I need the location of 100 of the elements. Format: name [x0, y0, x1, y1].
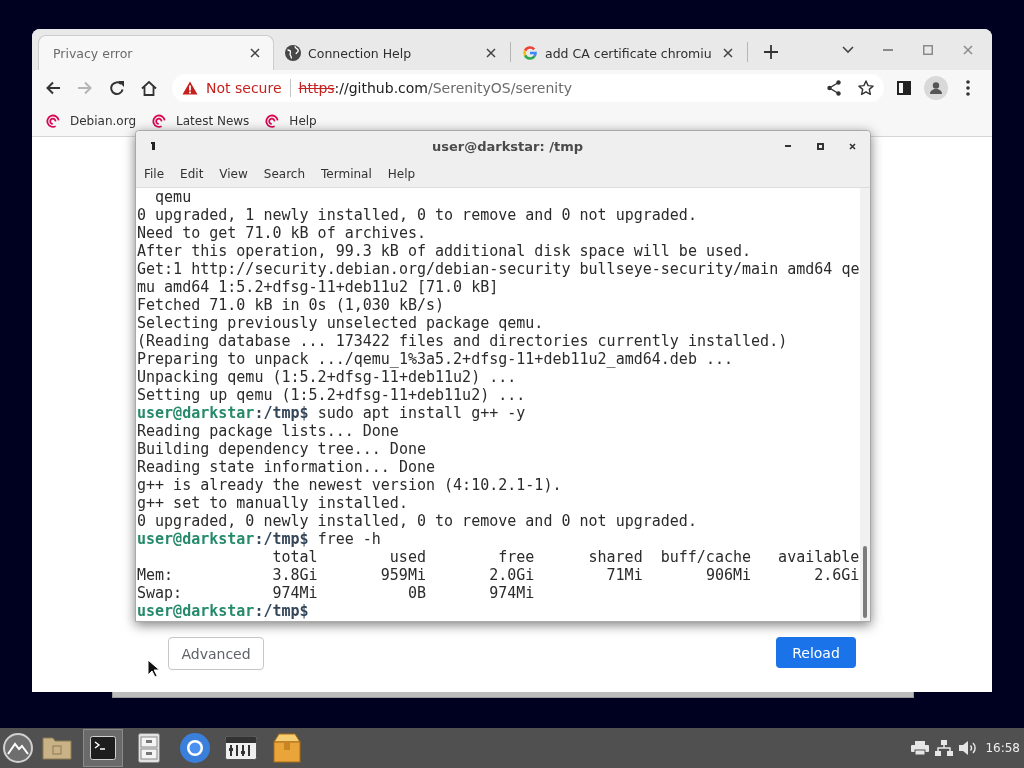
- column-header: total: [271, 548, 318, 566]
- terminal-icon: [90, 736, 116, 760]
- avatar-icon: [924, 76, 948, 100]
- close-icon: [250, 48, 260, 58]
- terminal-line: 0 upgraded, 1 newly installed, 0 to remove and 0 not upgraded.: [137, 206, 698, 224]
- bookmark[interactable]: Latest News: [146, 109, 256, 133]
- terminal-line: Setting up qemu (1:5.2+dfsg-11+deb11u2) ...: [137, 386, 527, 404]
- network-icon: [935, 740, 954, 756]
- address-bar[interactable]: Not secure https://github.com/SerenityOS/serenity: [172, 74, 884, 102]
- terminal-line: Need to get 71.0 kB of archives.: [137, 224, 427, 242]
- column-header: free: [497, 548, 535, 566]
- table-cell-text: 71Mi: [605, 566, 643, 584]
- terminal-line: After this operation, 99.3 kB of additional disk space will be used.: [137, 242, 753, 260]
- prompt-line: user@darkstar:/tmp$ free -h: [137, 530, 382, 548]
- prompt-line: user@darkstar:/tmp$ sudo apt install g++ -y: [137, 404, 527, 422]
- mountain-logo-icon: [3, 733, 33, 763]
- maximize-icon: [816, 142, 824, 150]
- scrollbar-thumb[interactable]: [863, 546, 867, 618]
- row-label: Mem:: [137, 566, 175, 584]
- advanced-button[interactable]: Advanced: [168, 637, 264, 670]
- minimize-icon: [785, 145, 791, 147]
- kebab-menu-icon: [966, 80, 970, 96]
- taskbar-button[interactable]: [83, 729, 123, 767]
- menu-item[interactable]: Edit: [172, 162, 212, 186]
- column-header: shared: [587, 548, 643, 566]
- close-icon: [963, 45, 973, 55]
- warning-icon: [182, 81, 198, 95]
- plus-icon: [764, 45, 778, 59]
- mixer-icon: [225, 736, 257, 760]
- profile-button[interactable]: [922, 74, 950, 102]
- menu-item[interactable]: Terminal: [313, 162, 380, 186]
- package-icon: [273, 733, 301, 763]
- security-chip[interactable]: Not secure: [182, 80, 282, 96]
- window-title: user@darkstar: /tmp: [432, 138, 583, 154]
- table-cell-text: 2.6Gi: [813, 566, 860, 584]
- maximize-icon: [923, 45, 933, 55]
- terminal-line: mu amd64 1:5.2+dfsg-11+deb11u2 [71.0 kB]: [137, 278, 500, 296]
- folder-icon: [42, 736, 72, 760]
- file-cabinet-icon: [138, 733, 160, 763]
- prompt-line: user@darkstar:/tmp$: [137, 602, 310, 620]
- menu-item[interactable]: File: [136, 162, 173, 186]
- terminal-line: Selecting previously unselected package qemu.: [137, 314, 545, 332]
- speaker-icon: [959, 741, 978, 755]
- terminal-line: 0 upgraded, 0 newly installed, 0 to remove and 0 not upgraded.: [137, 512, 698, 530]
- tab[interactable]: Connection Help: [274, 35, 510, 70]
- terminal-line: Get:1 http://security.debian.org/debian-security bullseye-security/main amd64 qe: [137, 260, 860, 278]
- table-cell-text: 974Mi: [488, 584, 535, 602]
- chromium-icon: [180, 733, 210, 763]
- terminal-line: Reading package lists... Done: [137, 422, 400, 440]
- terminal-line: (Reading database ... 173422 files and directories currently installed.): [137, 332, 789, 350]
- terminal-line: Fetched 71.0 kB in 0s (1,030 kB/s): [137, 296, 446, 314]
- bookmark[interactable]: Help: [259, 109, 323, 133]
- back-arrow-icon: [45, 80, 61, 96]
- table-cell-text: 906Mi: [704, 566, 752, 584]
- swirl-icon: [46, 114, 60, 128]
- table-cell-text: 974Mi: [271, 584, 318, 602]
- home-icon: [141, 80, 157, 96]
- column-header: used: [388, 548, 426, 566]
- terminal-line: Building dependency tree... Done: [137, 440, 427, 458]
- terminal-line: g++ is already the newest version (4:10.2.1-1).: [137, 476, 563, 494]
- chevron-down-icon: [842, 46, 854, 54]
- window-menu-icon: [151, 142, 155, 150]
- terminal-line: Unpacking qemu (1:5.2+dfsg-11+deb11u2) ...: [137, 368, 518, 386]
- terminal-line: qemu: [154, 188, 193, 206]
- row-label: Swap:: [137, 584, 184, 602]
- star-icon: [858, 80, 874, 96]
- close-icon: [723, 48, 733, 58]
- terminal-line: g++ set to manually installed.: [137, 494, 409, 512]
- tab[interactable]: Privacy error: [38, 35, 274, 70]
- share-icon: [827, 80, 841, 96]
- side-panel-icon: [897, 81, 911, 95]
- google-g-icon: [522, 45, 538, 61]
- mouse-cursor-icon: [147, 659, 159, 678]
- printer-icon: [911, 741, 930, 755]
- table-cell-text: 3.8Gi: [271, 566, 318, 584]
- bookmark[interactable]: Debian.org: [40, 109, 143, 133]
- scrollbar[interactable]: [860, 188, 870, 621]
- menu-item[interactable]: Search: [255, 162, 314, 186]
- globe-icon: [285, 45, 301, 61]
- url-text[interactable]: https://github.com/SerenityOS/serenity: [298, 80, 816, 96]
- close-icon: [486, 48, 496, 58]
- minimize-icon: [883, 49, 893, 51]
- menu-item[interactable]: Help: [379, 162, 424, 186]
- start-menu-button[interactable]: [2, 732, 34, 764]
- forward-arrow-icon: [77, 80, 93, 96]
- reload-button[interactable]: Reload: [776, 637, 856, 668]
- table-cell-text: 2.0Gi: [488, 566, 535, 584]
- terminal-line: Reading state information... Done: [137, 458, 436, 476]
- column-header: available: [777, 548, 860, 566]
- reload-icon: [109, 80, 125, 96]
- swirl-icon: [265, 114, 280, 128]
- close-icon: [848, 142, 856, 150]
- tab[interactable]: add CA certificate chromiu: [511, 35, 747, 70]
- column-header: buff/cache: [659, 548, 752, 566]
- clock: 16:58: [985, 741, 1020, 755]
- terminal-line: Preparing to unpack .../qemu_1%3a5.2+dfsg-11+deb11u2_amd64.deb ...: [137, 350, 735, 368]
- table-cell-text: 0B: [406, 584, 426, 602]
- table-cell-text: 959Mi: [379, 566, 426, 584]
- menu-item[interactable]: View: [211, 162, 256, 186]
- swirl-icon: [152, 114, 167, 128]
